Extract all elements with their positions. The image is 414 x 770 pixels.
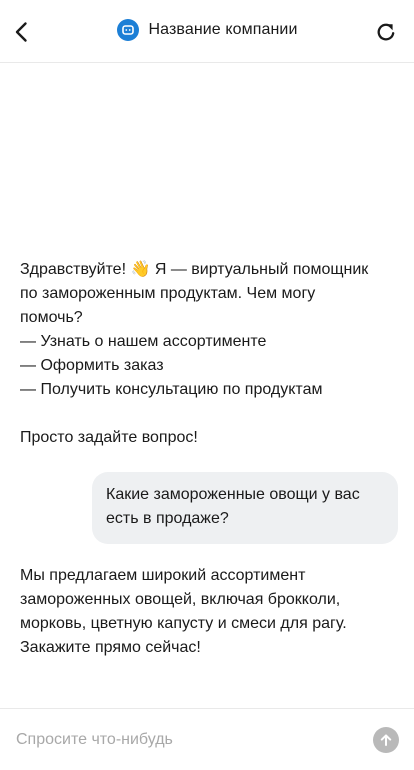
message-line: Здравствуйте! 👋 Я — виртуальный помощник [20, 261, 369, 278]
message-line: — Получить консультацию по продуктам [20, 381, 323, 398]
chat-bot-logo-icon [116, 19, 139, 41]
user-message-bubble: Какие замороженные овощи у вас есть в пр… [92, 472, 398, 544]
message-line: помочь? [20, 309, 83, 326]
message-input[interactable] [16, 727, 356, 753]
message-line: Мы предлагаем широкий ассортимент [20, 567, 306, 584]
message-line: Какие замороженные овощи у вас [106, 486, 360, 503]
message-composer [0, 708, 414, 770]
message-line: морковь, цветную капусту и смеси для раг… [20, 615, 347, 632]
message-line: — Оформить заказ [20, 357, 164, 374]
message-line: — Узнать о нашем ассортименте [20, 333, 267, 350]
message-list[interactable]: Здравствуйте! 👋 Я — виртуальный помощник… [0, 63, 414, 708]
message-line: по замороженным продуктам. Чем могу [20, 285, 316, 302]
message-line: есть в продаже? [106, 510, 229, 527]
arrow-up-icon [380, 734, 392, 746]
bot-message: Мы предлагаем широкий ассортимент заморо… [20, 564, 400, 660]
chat-header: Название компании [0, 0, 414, 63]
refresh-button[interactable] [372, 18, 400, 46]
header-title-group: Название компании [0, 19, 414, 41]
bot-message: Здравствуйте! 👋 Я — виртуальный помощник… [20, 258, 400, 450]
message-line: Закажите прямо сейчас! [20, 639, 201, 656]
send-button[interactable] [373, 727, 399, 753]
message-line: замороженных овощей, включая брокколи, [20, 591, 341, 608]
message-line-blank [20, 402, 400, 426]
page-title: Название компании [148, 21, 298, 38]
refresh-icon [377, 23, 395, 41]
message-line: Просто задайте вопрос! [20, 429, 198, 446]
